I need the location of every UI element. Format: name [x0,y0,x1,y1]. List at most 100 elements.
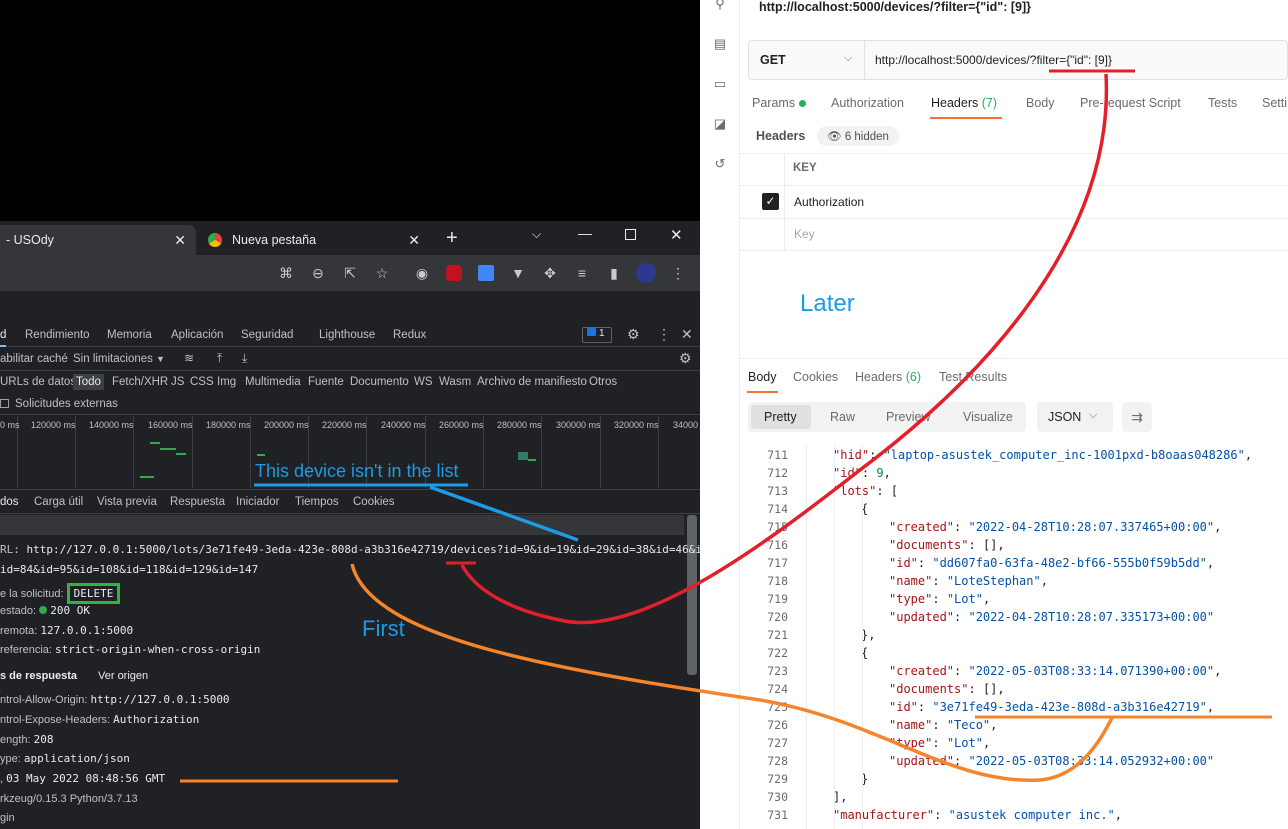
scrollbar[interactable] [687,515,697,675]
method-select[interactable]: GET ⌵ [749,41,865,79]
disable-cache-checkbox-label[interactable]: abilitar caché [0,353,68,365]
close-icon[interactable]: ✕ [408,232,420,249]
minimize-icon[interactable]: — [578,225,592,241]
format-select[interactable]: JSON ⌵ [1037,402,1113,432]
mock-servers-icon[interactable]: ▭ [712,76,728,92]
filter-doc[interactable]: Documento [350,376,409,388]
filter-css[interactable]: CSS [190,376,214,388]
ublock-icon[interactable] [446,265,462,281]
vue-icon[interactable]: ▼ [508,263,528,283]
tab-headers[interactable]: Headers (7) [931,96,997,110]
chrome-logo-icon [208,233,222,247]
url-input[interactable]: http://localhost:5000/devices/?filter={"… [875,53,1112,67]
close-devtools-icon[interactable]: ✕ [681,326,693,343]
tab-body[interactable]: Body [1026,96,1055,110]
zoom-icon[interactable]: ⊖ [308,263,328,283]
upload-icon[interactable]: ⤒ [217,351,222,366]
tab-payload[interactable]: Carga útil [34,496,83,508]
method-label: GET [760,53,786,67]
filter-wasm[interactable]: Wasm [439,376,471,388]
code-line: "manufacturer": "asustek computer inc.", [833,808,1122,822]
tab-security[interactable]: Seguridad [241,329,293,341]
general-section-header[interactable] [0,515,684,535]
apis-icon[interactable]: ⚲ [712,0,728,12]
filter-js[interactable]: JS [171,376,184,388]
tab-lighthouse[interactable]: Lighthouse [319,329,375,341]
filter-manifest[interactable]: Archivo de manifiesto [477,376,587,388]
close-icon[interactable]: ✕ [174,232,186,249]
view-preview[interactable]: Preview [886,410,930,424]
close-window-icon[interactable]: ✕ [670,226,683,244]
settings-gear-icon[interactable]: ⚙ [627,326,640,343]
filter-data-urls[interactable]: URLs de datos [0,376,76,388]
filter-img[interactable]: Img [217,376,236,388]
chrome-tab-usody[interactable]: - USOdy ✕ [0,225,196,255]
share-icon[interactable]: ⇱ [340,263,360,283]
response-tab-headers[interactable]: Headers (6) [855,370,921,384]
translate-icon[interactable]: ⌘ [276,263,296,283]
filter-other[interactable]: Otros [589,376,617,388]
hidden-headers-toggle[interactable]: 👁 6 hidden [817,126,899,146]
response-headers-title[interactable]: s de respuesta [0,670,77,682]
tab-pre-request-script[interactable]: Pre-request Script [1080,96,1181,110]
tab-memory[interactable]: Memoria [107,329,152,341]
bookmark-star-icon[interactable]: ☆ [372,263,392,283]
line-number: 713 [767,484,788,498]
settings-gear-icon[interactable]: ⚙ [679,350,692,367]
tab-application[interactable]: Aplicación [171,329,223,341]
code-line: "name": "LoteStephan", [889,574,1048,588]
extension-eyes-icon[interactable]: ◉ [412,263,432,283]
json-value: "2022-05-03T08:33:14.052932+00:00" [968,754,1215,768]
chrome-tab-new[interactable]: Nueva pestaña ✕ [200,225,430,255]
view-visualize[interactable]: Visualize [963,410,1013,424]
external-requests-checkbox[interactable] [0,399,9,408]
kebab-menu-icon[interactable]: ⋮ [668,263,688,283]
tab-cookies[interactable]: Cookies [353,496,395,508]
environments-icon[interactable]: ▤ [712,36,728,52]
issues-badge[interactable]: 1 [582,327,612,343]
wrap-lines-icon[interactable]: ⇉ [1122,402,1152,432]
kebab-menu-icon[interactable]: ⋮ [657,326,671,343]
tab-params[interactable]: Params [752,96,806,110]
throttle-select[interactable]: Sin limitaciones [73,353,153,365]
google-translate-icon[interactable] [478,265,494,281]
tab-authorization[interactable]: Authorization [831,96,904,110]
view-raw[interactable]: Raw [830,410,855,424]
new-key-input[interactable]: Key [794,227,815,241]
tab-redux[interactable]: Redux [393,329,426,341]
wifi-icon[interactable]: ≋ [184,351,194,365]
new-tab-icon[interactable]: + [446,227,458,250]
tab-headers[interactable]: dos [0,496,19,508]
tab-network[interactable]: d [0,329,7,347]
request-title[interactable]: http://localhost:5000/devices/?filter={"… [759,0,1031,14]
tab-settings[interactable]: Setti [1262,96,1287,110]
tab-preview[interactable]: Vista previa [97,496,157,508]
response-tab-body[interactable]: Body [748,370,777,384]
filter-all[interactable]: Todo [73,374,104,390]
filter-ws[interactable]: WS [414,376,433,388]
download-icon[interactable]: ⤓ [242,351,247,366]
filter-font[interactable]: Fuente [308,376,344,388]
monitors-icon[interactable]: ◪ [712,116,728,132]
response-body-editor[interactable]: 711 "hid": "laptop-asustek_computer_inc-1… [700,444,1288,829]
filter-media[interactable]: Multimedia [245,376,301,388]
view-source-link[interactable]: Ver origen [98,670,148,682]
response-tab-cookies[interactable]: Cookies [793,370,838,384]
view-pretty[interactable]: Pretty [764,410,797,424]
playlist-icon[interactable]: ≡ [572,263,592,283]
history-icon[interactable]: ↺ [712,156,728,172]
tab-tests[interactable]: Tests [1208,96,1237,110]
header-key-cell[interactable]: Authorization [794,195,864,209]
header-enabled-checkbox[interactable]: ✓ [762,193,779,210]
tab-timing[interactable]: Tiempos [295,496,339,508]
restore-icon[interactable] [625,229,636,240]
tab-response[interactable]: Respuesta [170,496,225,508]
tab-initiator[interactable]: Iniciador [236,496,279,508]
sidepanel-icon[interactable]: ▮ [604,263,624,283]
response-tab-test-results[interactable]: Test Results [939,370,1007,384]
avatar[interactable] [636,263,656,283]
puzzle-icon[interactable]: ✥ [540,263,560,283]
chevron-down-icon[interactable]: ⌵ [532,227,541,242]
filter-fetch-xhr[interactable]: Fetch/XHR [112,376,168,388]
tab-performance[interactable]: Rendimiento [25,329,90,341]
